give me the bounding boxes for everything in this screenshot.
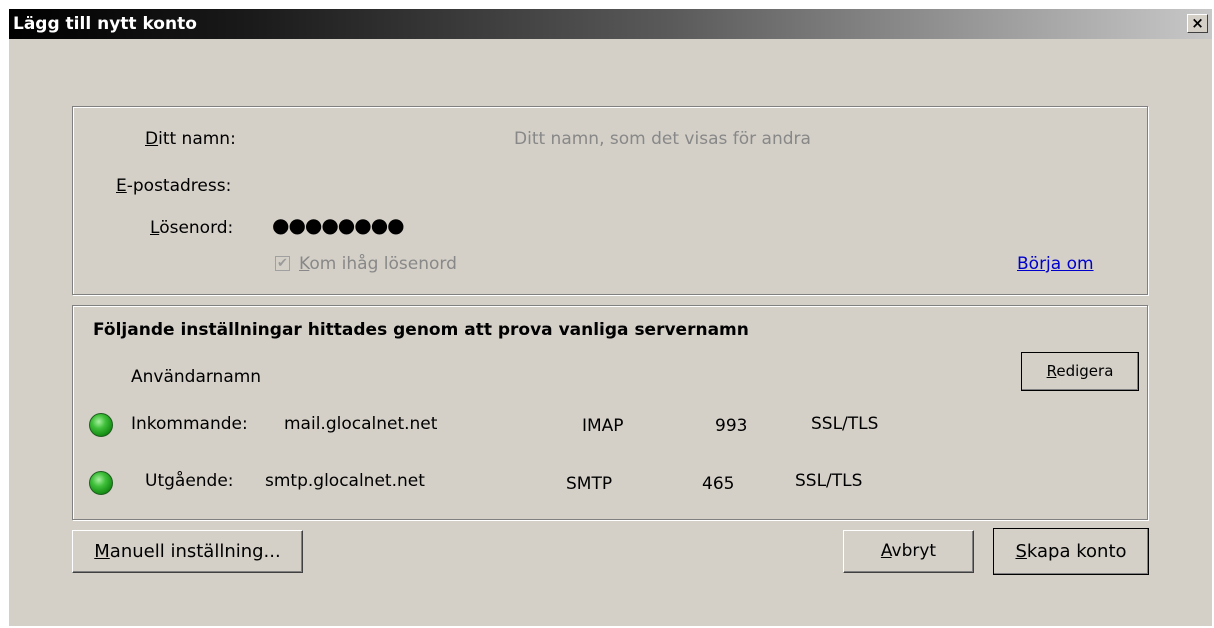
title-bar[interactable]: Lägg till nytt konto × [9, 9, 1212, 39]
email-label: E-postadress: [116, 176, 232, 196]
incoming-protocol: IMAP [582, 416, 624, 436]
username-label: Användarnamn [131, 367, 262, 387]
incoming-label: Inkommande: [131, 414, 248, 434]
email-input[interactable] [264, 174, 1084, 198]
remember-password-checkbox[interactable]: ✔ [275, 256, 290, 271]
name-input[interactable]: Ditt namn, som det visas för andra [514, 129, 811, 149]
manual-setup-button[interactable]: Manuell inställning... [72, 530, 303, 573]
remember-password-label: Kom ihåg lösenord [299, 254, 457, 274]
incoming-security: SSL/TLS [811, 414, 879, 434]
password-input[interactable]: ●●●●●●●● [272, 213, 405, 237]
outgoing-security: SSL/TLS [795, 471, 863, 491]
outgoing-label: Utgående: [145, 471, 234, 491]
incoming-status-icon [89, 413, 113, 437]
edit-button[interactable]: Redigera [1021, 352, 1139, 391]
password-label: Lösenord: [150, 218, 234, 238]
close-button[interactable]: × [1187, 14, 1208, 33]
restart-link[interactable]: Börja om [1017, 254, 1094, 274]
create-account-button[interactable]: Skapa konto [993, 528, 1149, 575]
incoming-host: mail.glocalnet.net [284, 414, 438, 434]
incoming-port: 993 [715, 416, 748, 436]
name-label: Ditt namn: [145, 129, 236, 149]
settings-heading: Följande inställningar hittades genom at… [93, 320, 749, 340]
outgoing-protocol: SMTP [566, 474, 613, 494]
outgoing-host: smtp.glocalnet.net [265, 471, 425, 491]
window-title: Lägg till nytt konto [13, 14, 197, 34]
cancel-button[interactable]: Avbryt [843, 530, 974, 573]
dialog-window: Lägg till nytt konto × Ditt namn: Ditt n… [8, 8, 1212, 626]
close-icon: × [1191, 14, 1204, 32]
outgoing-port: 465 [702, 474, 735, 494]
checkmark-icon: ✔ [277, 256, 288, 271]
outgoing-status-icon [89, 471, 113, 495]
